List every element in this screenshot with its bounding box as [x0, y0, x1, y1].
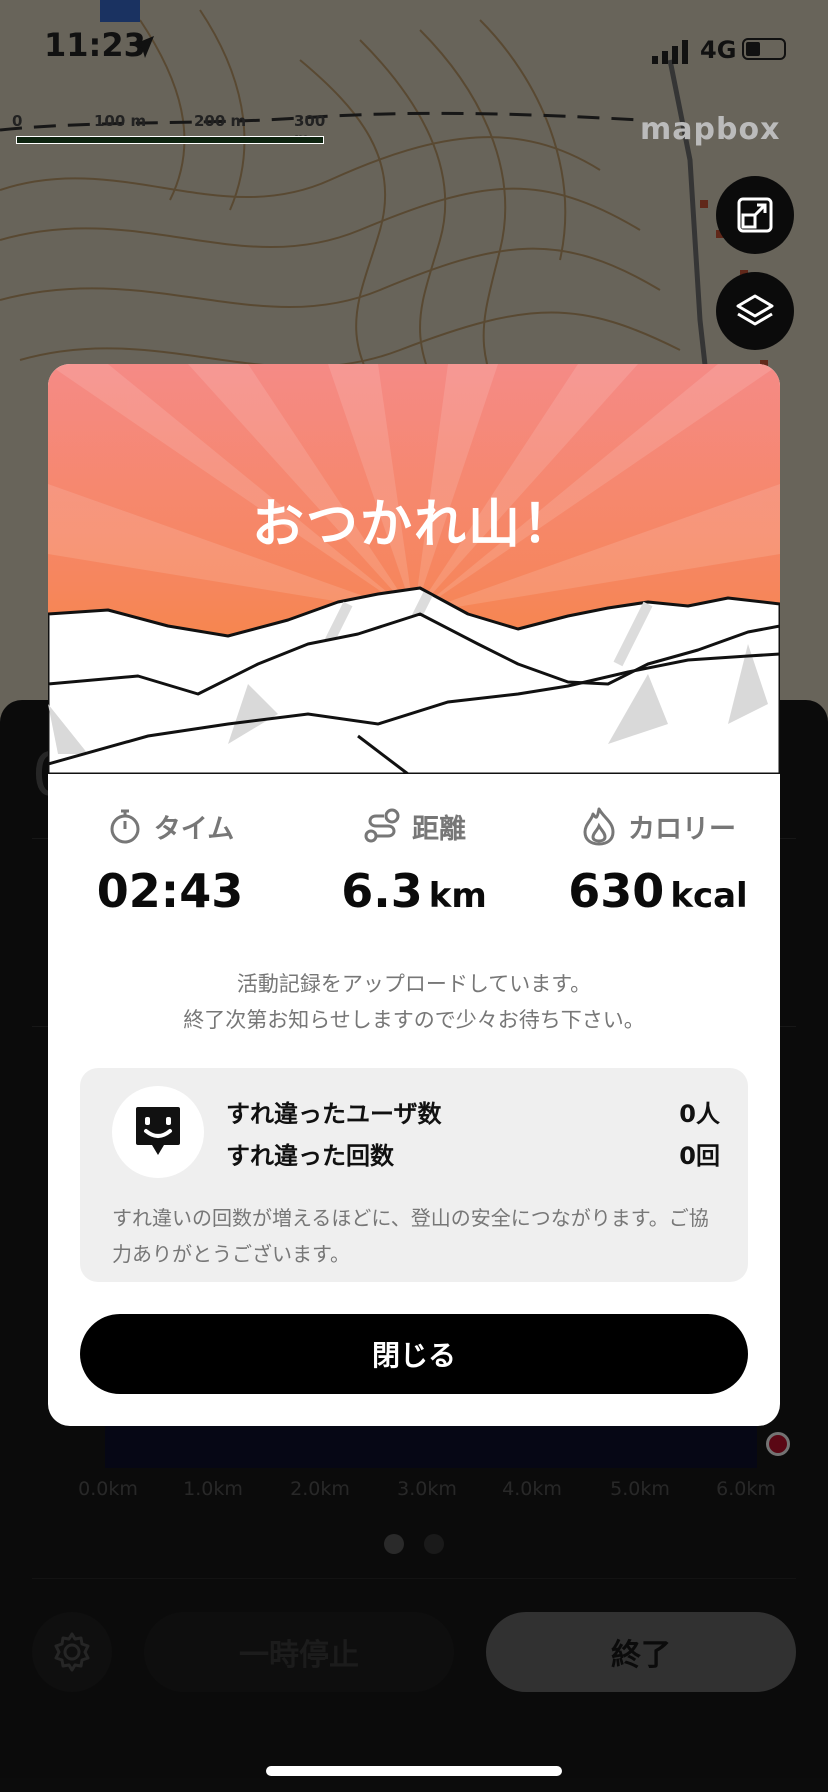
passing-count-row: すれ違った回数 0回 — [226, 1136, 720, 1171]
x-tick-label: 5.0km — [610, 1478, 670, 1500]
layers-icon — [736, 294, 774, 326]
activity-stats: タイム 02:43 距離 6.3 km カロリー 630 kcal — [48, 804, 780, 924]
x-tick-label: 2.0km — [290, 1478, 350, 1500]
upload-message: 活動記録をアップロードしています。 終了次第お知らせしますので少々お待ち下さい。 — [48, 966, 780, 1038]
status-bar: 11:23 4G — [0, 0, 828, 100]
stat-value: 02:43 — [96, 864, 244, 918]
passing-count-label: すれ違った回数 — [226, 1142, 394, 1170]
finish-dialog: おつかれ山！ タイム 02:43 距離 6.3 km カロリー 630 kcal… — [48, 364, 780, 1426]
x-tick-label: 3.0km — [397, 1478, 457, 1500]
passing-avatar — [112, 1086, 204, 1178]
gear-icon — [54, 1632, 90, 1672]
scale-label: 100 m — [94, 112, 147, 130]
layers-button[interactable] — [716, 272, 794, 350]
x-tick-label: 6.0km — [716, 1478, 776, 1500]
upload-message-line: 終了次第お知らせしますので少々お待ち下さい。 — [183, 1008, 645, 1032]
scale-label: 200 m — [194, 112, 247, 130]
end-button[interactable]: 終了 — [486, 1612, 796, 1692]
current-position-marker — [766, 1432, 790, 1456]
stat-label: 距離 — [412, 813, 466, 845]
page-dot[interactable] — [424, 1534, 444, 1554]
dialog-title: おつかれ山！ — [251, 495, 576, 555]
x-tick-label: 1.0km — [183, 1478, 243, 1500]
chart-x-axis: 0.0km 1.0km 2.0km 3.0km 4.0km 5.0km 6.0k… — [0, 1478, 828, 1508]
pause-button[interactable]: 一時停止 — [144, 1612, 454, 1692]
scale-bar — [16, 136, 324, 144]
passing-note: すれ違いの回数が増えるほどに、登山の安全につながります。ご協力ありがとうございま… — [112, 1206, 709, 1266]
smiling-face-badge-icon — [136, 1107, 180, 1155]
network-type: 4G — [700, 36, 737, 64]
map-scale: 0 100 m 200 m 300 m — [12, 112, 325, 152]
mountain-illustration — [48, 364, 780, 774]
elevation-chart — [105, 1424, 757, 1468]
mapbox-logo: mapbox — [640, 112, 781, 147]
location-arrow-icon — [132, 36, 154, 58]
stat-time: タイム 02:43 — [50, 804, 290, 918]
stat-label: カロリー — [628, 813, 736, 845]
battery-icon — [742, 38, 786, 60]
stat-distance: 距離 6.3 km — [294, 804, 534, 918]
upload-message-line: 活動記録をアップロードしています。 — [236, 972, 592, 996]
x-tick-label: 4.0km — [502, 1478, 562, 1500]
passing-users-value: 0人 — [679, 1100, 720, 1128]
route-icon — [364, 808, 400, 843]
page-dot-active[interactable] — [384, 1534, 404, 1554]
flame-icon — [583, 807, 615, 846]
stat-value: 6.3 — [341, 864, 423, 918]
signal-icon — [652, 40, 688, 64]
passing-users-label: すれ違ったユーザ数 — [226, 1100, 442, 1128]
passing-count-value: 0回 — [679, 1142, 720, 1170]
close-button[interactable]: 閉じる — [80, 1314, 748, 1394]
stat-value: 630 — [568, 864, 665, 918]
stat-unit: km — [428, 876, 487, 916]
stat-label: タイム — [153, 813, 235, 845]
x-tick-label: 0.0km — [78, 1478, 138, 1500]
expand-icon — [737, 197, 773, 233]
stat-unit: kcal — [670, 876, 748, 916]
home-indicator[interactable] — [266, 1766, 562, 1776]
passing-summary: すれ違ったユーザ数 0人 すれ違った回数 0回 すれ違いの回数が増えるほどに、登… — [80, 1068, 748, 1282]
settings-button[interactable] — [32, 1612, 112, 1692]
divider — [32, 1578, 796, 1579]
stopwatch-icon — [110, 809, 140, 844]
stat-calories: カロリー 630 kcal — [538, 804, 778, 918]
scale-label: 0 — [12, 112, 23, 130]
passing-users-row: すれ違ったユーザ数 0人 — [226, 1094, 720, 1129]
expand-map-button[interactable] — [716, 176, 794, 254]
